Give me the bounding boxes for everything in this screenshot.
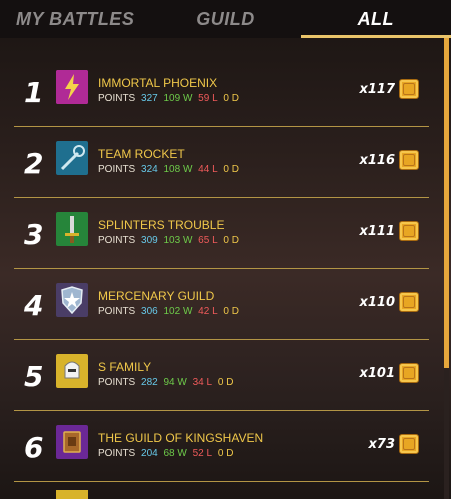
guild-stats: POINTS 327 109 W 59 L 0 D: [98, 93, 242, 104]
wins-value: 109 W: [163, 93, 193, 104]
wins-value: 108 W: [163, 164, 193, 175]
guild-stats: POINTS 204 68 W 52 L 0 D: [98, 448, 236, 459]
lightning-emblem-icon: [56, 70, 88, 104]
points-label: POINTS: [98, 377, 136, 388]
wins-value: 102 W: [163, 306, 193, 317]
losses-value: 59 L: [198, 93, 218, 104]
guild-stats: POINTS 324 108 W 44 L 0 D: [98, 164, 242, 175]
points-value: 204: [141, 448, 158, 459]
guild-name: S FAMILY: [98, 360, 152, 374]
next-row-emblem: [56, 490, 88, 499]
book-emblem-icon: [56, 425, 88, 459]
points-label: POINTS: [98, 164, 136, 175]
rank-number: 5: [24, 360, 44, 393]
rank-number: 2: [24, 147, 44, 180]
sword-emblem-icon: [56, 212, 88, 246]
losses-value: 52 L: [192, 448, 213, 459]
guild-row[interactable]: 4 MERCENARY GUILD POINTS 306 102 W 42 L …: [14, 269, 429, 340]
rank-number: 6: [24, 431, 44, 464]
shield-emblem-icon: [56, 283, 88, 317]
chest-icon: [399, 221, 419, 241]
points-value: 309: [141, 235, 158, 246]
tab-my-battles[interactable]: MY BATTLES: [0, 0, 150, 38]
losses-value: 65 L: [198, 235, 218, 246]
draws-value: 0 D: [223, 235, 239, 246]
draws-value: 0 D: [217, 448, 234, 459]
guild-row[interactable]: 2 TEAM ROCKET POINTS 324 108 W 44 L 0 D …: [14, 127, 429, 198]
losses-value: 34 L: [192, 377, 213, 388]
points-value: 306: [141, 306, 158, 317]
wins-value: 94 W: [163, 377, 187, 388]
points-label: POINTS: [98, 448, 136, 459]
guild-stats: POINTS 309 103 W 65 L 0 D: [98, 235, 242, 246]
chest-icon: [399, 434, 419, 454]
reward-count: x117: [359, 82, 395, 97]
guild-name: THE GUILD OF KINGSHAVEN: [98, 431, 264, 445]
losses-value: 44 L: [198, 164, 218, 175]
draws-value: 0 D: [223, 93, 239, 104]
tab-all[interactable]: ALL: [300, 0, 451, 38]
reward-count: x101: [359, 366, 395, 381]
draws-value: 0 D: [217, 377, 234, 388]
guild-row[interactable]: 1 IMMORTAL PHOENIX POINTS 327 109 W 59 L…: [14, 56, 429, 127]
chest-icon: [399, 363, 419, 383]
guild-name: MERCENARY GUILD: [98, 289, 215, 303]
chest-icon: [399, 79, 419, 99]
rank-number: 1: [24, 76, 44, 109]
reward-count: x116: [359, 153, 395, 168]
reward-count: x73: [368, 437, 395, 452]
draws-value: 0 D: [223, 306, 239, 317]
scrollbar-thumb[interactable]: [444, 38, 449, 368]
guild-name: IMMORTAL PHOENIX: [98, 76, 218, 90]
points-label: POINTS: [98, 235, 136, 246]
points-value: 282: [141, 377, 158, 388]
scrollbar[interactable]: [444, 38, 449, 499]
guild-stats: POINTS 282 94 W 34 L 0 D: [98, 377, 236, 388]
points-label: POINTS: [98, 306, 136, 317]
chest-icon: [399, 292, 419, 312]
chest-icon: [399, 150, 419, 170]
guild-leaderboard: 1 IMMORTAL PHOENIX POINTS 327 109 W 59 L…: [0, 56, 440, 482]
helmet-emblem-icon: [56, 354, 88, 388]
draws-value: 0 D: [223, 164, 239, 175]
guild-row[interactable]: 3 SPLINTERS TROUBLE POINTS 309 103 W 65 …: [14, 198, 429, 269]
reward-count: x111: [359, 224, 395, 239]
wins-value: 103 W: [163, 235, 193, 246]
guild-row[interactable]: 6 THE GUILD OF KINGSHAVEN POINTS 204 68 …: [14, 411, 429, 482]
guild-row[interactable]: 5 S FAMILY POINTS 282 94 W 34 L 0 D x101: [14, 340, 429, 411]
rank-number: 3: [24, 218, 44, 251]
reward-count: x110: [359, 295, 395, 310]
guild-stats: POINTS 306 102 W 42 L 0 D: [98, 306, 242, 317]
losses-value: 42 L: [198, 306, 218, 317]
tab-bar: MY BATTLES GUILD ALL: [0, 0, 451, 38]
guild-name: SPLINTERS TROUBLE: [98, 218, 225, 232]
wins-value: 68 W: [163, 448, 187, 459]
points-label: POINTS: [98, 93, 136, 104]
points-value: 327: [141, 93, 158, 104]
guild-name: TEAM ROCKET: [98, 147, 185, 161]
points-value: 324: [141, 164, 158, 175]
wand-emblem-icon: [56, 141, 88, 175]
tab-guild[interactable]: GUILD: [150, 0, 300, 38]
rank-number: 4: [24, 289, 44, 322]
